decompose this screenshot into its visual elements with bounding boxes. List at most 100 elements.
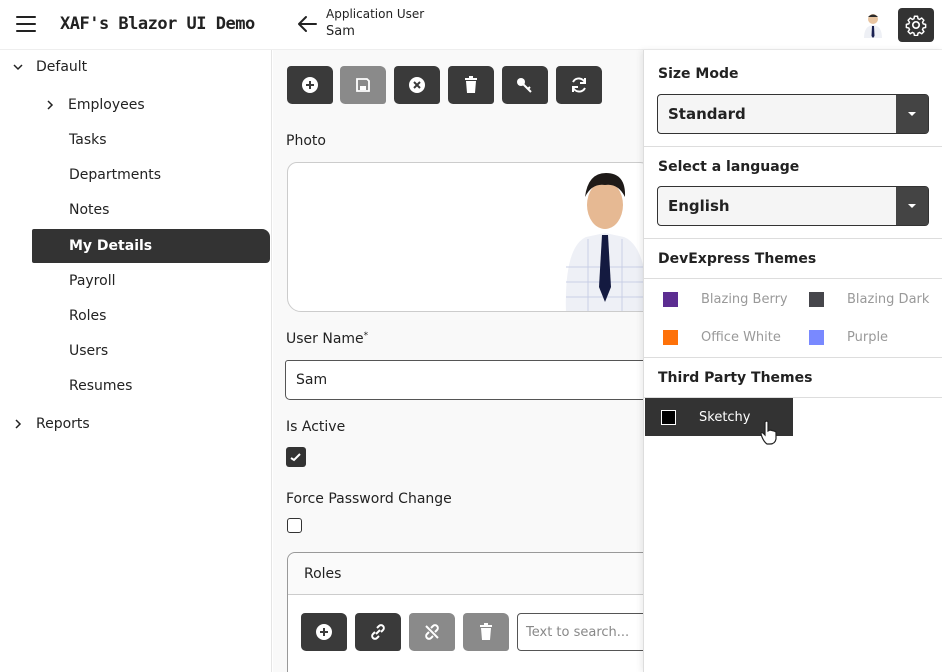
theme-label: Blazing Berry [701,292,788,307]
roles-delete-button[interactable] [463,613,509,651]
nav-item-departments[interactable]: Departments [69,167,161,183]
divider [644,357,942,358]
chevron-right-icon [47,100,54,110]
theme-label: Purple [847,330,889,345]
username-label-text: User Name [286,331,364,347]
dropdown-button[interactable] [896,187,928,225]
view-caption: Application User Sam [326,6,424,40]
divider [644,146,942,147]
roles-unlink-button[interactable] [409,613,455,651]
back-arrow-icon[interactable] [296,14,318,34]
nav-item-employees[interactable]: Employees [44,97,145,113]
reset-password-icon [517,78,532,93]
nav-group-label: Reports [36,416,90,432]
language-title: Select a language [658,159,800,175]
hamburger-menu-icon[interactable] [16,16,36,32]
app-title: XAF's Blazor UI Demo [60,14,255,34]
plus-icon [316,624,332,640]
detail-view: Photo User Name* Sam Is Active Force Pas… [273,50,657,672]
is-active-label: Is Active [286,419,346,435]
theme-swatch [663,292,678,307]
language-value: English [668,197,730,215]
save-icon [356,78,370,92]
divider [644,238,942,239]
checkmark-icon [290,453,301,462]
photo-editor[interactable] [287,162,652,312]
nav-item-label: Roles [69,308,107,324]
search-placeholder: Text to search... [526,624,630,640]
gear-icon [905,15,927,36]
force-password-checkbox[interactable] [287,518,302,533]
nav-group-reports[interactable]: Reports [12,416,90,432]
dropdown-button[interactable] [896,95,928,133]
theme-label: Office White [701,330,781,345]
nav-item-payroll[interactable]: Payroll [69,273,115,289]
size-mode-title: Size Mode [658,66,739,82]
nav-group-label: Default [36,59,88,75]
chevron-down-icon [13,64,23,71]
nav-item-resumes[interactable]: Resumes [69,378,132,394]
navigation-sidebar: Default Employees Tasks Departments Note… [0,50,272,672]
required-mark: * [363,331,369,341]
devexpress-themes-title: DevExpress Themes [658,251,817,267]
username-value: Sam [296,372,328,388]
refresh-button[interactable] [556,66,602,104]
theme-label: Blazing Dark [847,292,930,307]
username-input[interactable]: Sam [285,360,655,400]
is-active-checkbox[interactable] [286,447,306,467]
nav-item-users[interactable]: Users [69,343,108,359]
nav-item-label: Departments [69,167,162,183]
nav-group-default[interactable]: Default [12,59,87,75]
caret-down-icon [908,204,916,208]
theme-blazing-dark[interactable]: Blazing Dark [809,292,929,307]
size-mode-select[interactable]: Standard [657,94,929,134]
nav-item-notes[interactable]: Notes [69,202,109,218]
theme-office-white[interactable]: Office White [663,330,781,345]
refresh-icon [572,77,586,93]
theme-purple[interactable]: Purple [809,330,888,345]
view-caption-title: Application User [326,7,425,21]
delete-button[interactable] [448,66,494,104]
hand-pointer-icon [760,420,777,445]
nav-item-my-details[interactable]: My Details [32,229,270,263]
theme-swatch [663,330,678,345]
save-button[interactable] [340,66,386,104]
link-icon [371,624,385,640]
new-button[interactable] [287,66,333,104]
settings-button[interactable] [898,8,934,42]
plus-icon [302,77,318,93]
user-photo [558,167,651,311]
view-caption-subtitle: Sam [326,24,355,39]
theme-swatch [661,409,676,425]
roles-search-input[interactable]: Text to search... [517,613,657,651]
theme-label: Sketchy [699,409,751,425]
roles-new-button[interactable] [301,613,347,651]
nav-item-tasks[interactable]: Tasks [69,132,107,148]
header: XAF's Blazor UI Demo Application User Sa… [0,0,942,50]
delete-icon [480,623,492,640]
nav-item-label: My Details [69,238,153,254]
unlink-icon [425,624,439,640]
user-avatar[interactable] [862,12,884,38]
settings-panel: Size Mode Standard Select a language Eng… [643,50,942,672]
nav-item-label: Payroll [69,273,116,289]
nav-item-label: Tasks [69,132,107,148]
nav-item-label: Users [69,343,109,359]
force-password-label: Force Password Change [286,491,452,507]
chevron-right-icon [15,419,22,429]
nav-item-label: Resumes [69,378,133,394]
cancel-button[interactable] [394,66,440,104]
third-party-themes-title: Third Party Themes [658,370,813,386]
photo-label: Photo [286,133,326,149]
nav-item-label: Notes [69,202,110,218]
nav-item-roles[interactable]: Roles [69,308,106,324]
theme-blazing-berry[interactable]: Blazing Berry [663,292,788,307]
delete-icon [465,76,477,93]
close-icon [409,77,425,93]
roles-link-button[interactable] [355,613,401,651]
reset-password-button[interactable] [502,66,548,104]
language-select[interactable]: English [657,186,929,226]
username-label: User Name* [286,331,368,347]
roles-panel: Roles Text to search... [287,552,657,672]
roles-header: Roles [288,553,656,595]
